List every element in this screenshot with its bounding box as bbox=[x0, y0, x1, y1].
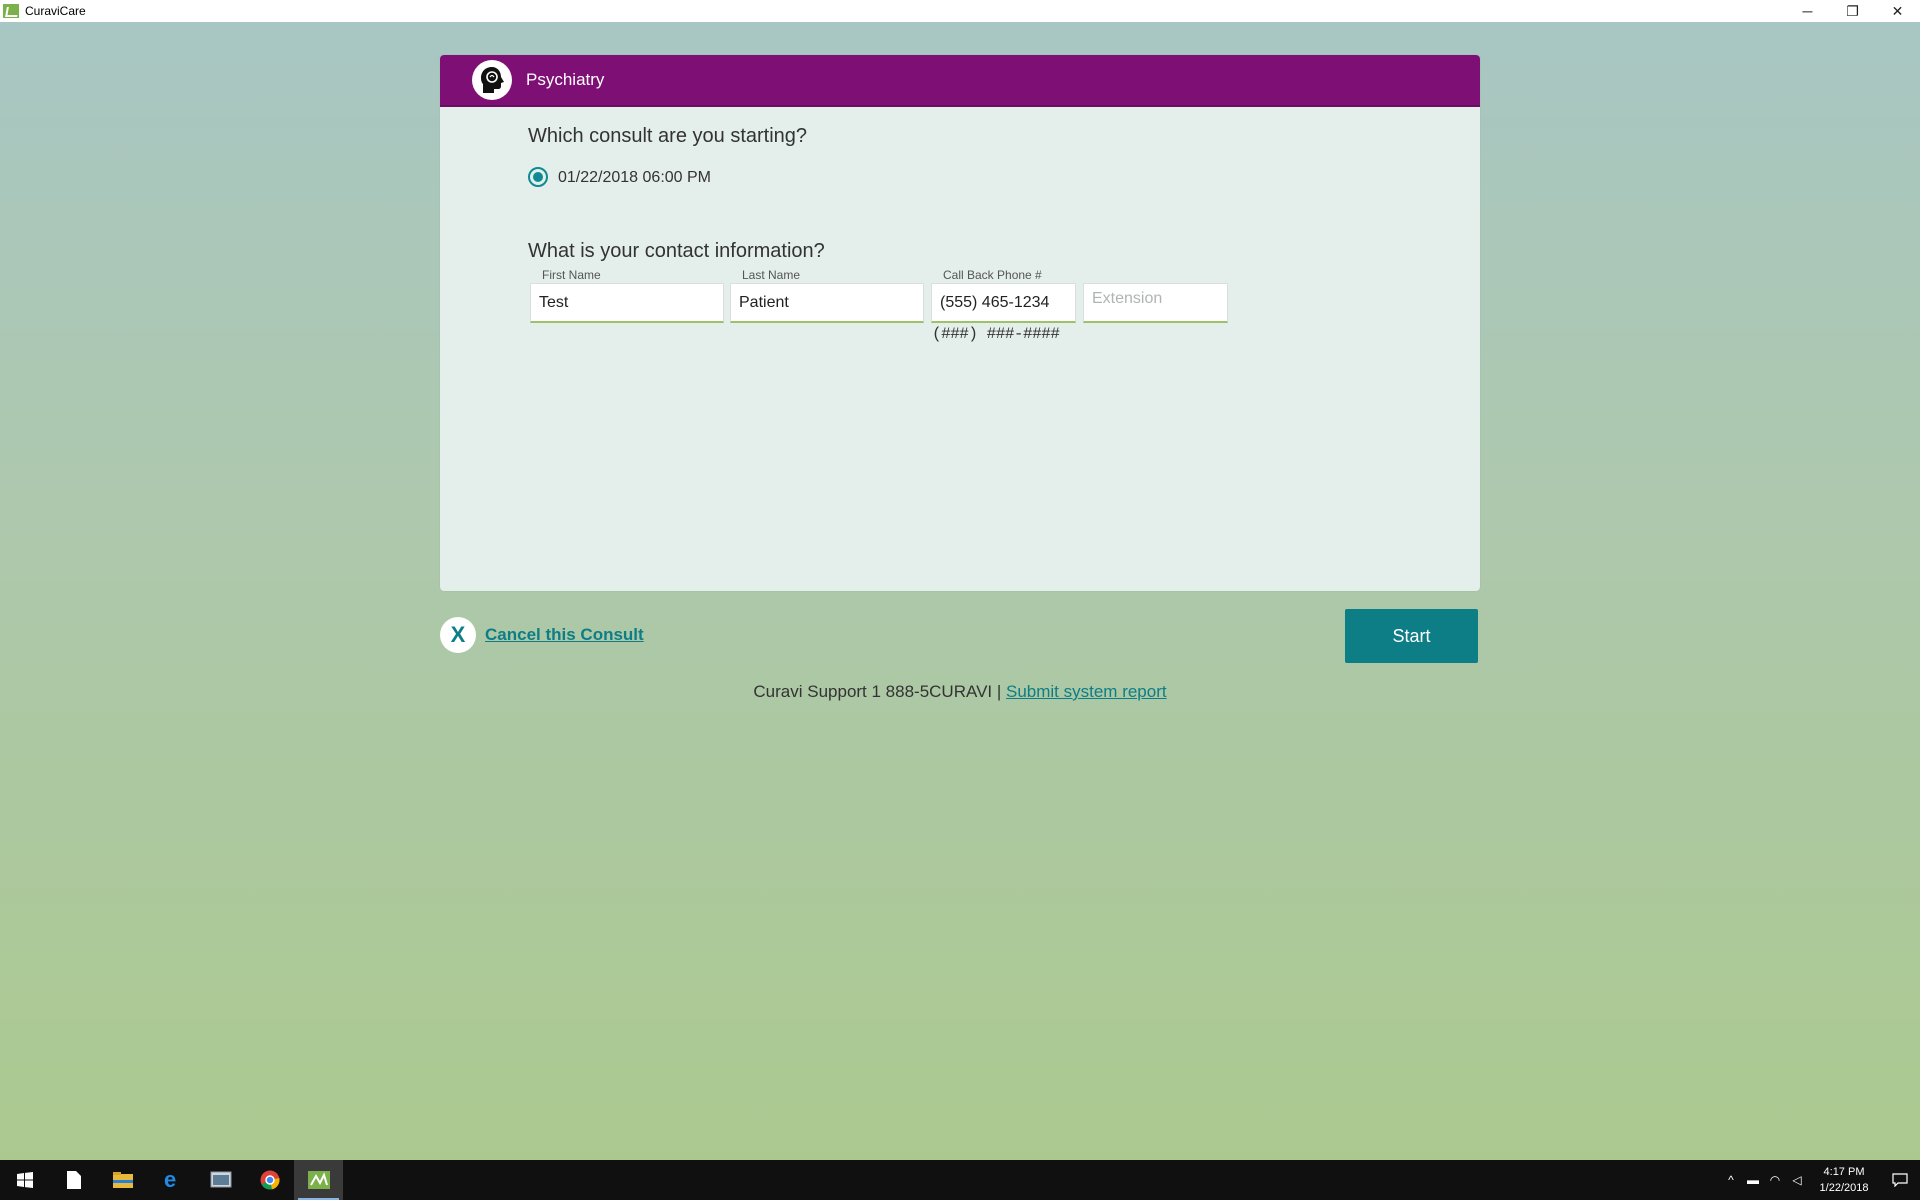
support-line: Curavi Support 1 888-5CURAVI | Submit sy… bbox=[0, 682, 1920, 702]
phone-field: Call Back Phone # (555) 465-1234 bbox=[931, 267, 1076, 323]
phone-input[interactable]: (555) 465-1234 bbox=[931, 283, 1076, 323]
phone-format-hint: (###) ###-#### bbox=[932, 325, 1060, 343]
contact-question: What is your contact information? bbox=[528, 240, 825, 262]
edge-icon[interactable]: e bbox=[147, 1160, 196, 1200]
minimize-button[interactable]: ─ bbox=[1785, 0, 1830, 22]
windows-start-icon[interactable] bbox=[0, 1160, 49, 1200]
curavicare-taskbar-icon[interactable] bbox=[294, 1160, 343, 1200]
card-header: Psychiatry bbox=[440, 55, 1480, 107]
system-tray: ^ ▬ ◠ ◁ 4:17 PM 1/22/2018 bbox=[1720, 1160, 1920, 1200]
window-controls: ─ ❐ ✕ bbox=[1785, 0, 1920, 22]
close-button[interactable]: ✕ bbox=[1875, 0, 1920, 22]
clock-date: 1/22/2018 bbox=[1819, 1182, 1869, 1194]
cancel-consult[interactable]: X Cancel this Consult bbox=[440, 617, 644, 653]
notifications-icon[interactable] bbox=[1880, 1173, 1920, 1187]
extension-label-spacer bbox=[1083, 267, 1228, 283]
app-window-icon[interactable] bbox=[196, 1160, 245, 1200]
file-explorer-icon[interactable] bbox=[98, 1160, 147, 1200]
first-name-input[interactable]: Test bbox=[530, 283, 724, 323]
consult-option[interactable]: 01/22/2018 06:00 PM bbox=[528, 167, 711, 187]
last-name-field: Last Name Patient bbox=[730, 267, 924, 323]
extension-input[interactable]: Extension bbox=[1083, 283, 1228, 323]
clock[interactable]: 4:17 PM 1/22/2018 bbox=[1808, 1164, 1880, 1196]
file-icon[interactable] bbox=[49, 1160, 98, 1200]
last-name-label: Last Name bbox=[742, 268, 801, 282]
curavicare-app-icon bbox=[3, 4, 19, 18]
consult-radio-selected[interactable] bbox=[528, 167, 548, 187]
restore-button[interactable]: ❐ bbox=[1830, 0, 1875, 22]
taskbar: e ^ ▬ ◠ ◁ 4:17 PM 1/22/2018 bbox=[0, 1160, 1920, 1200]
wifi-icon[interactable]: ◠ bbox=[1764, 1173, 1786, 1187]
last-name-input[interactable]: Patient bbox=[730, 283, 924, 323]
chrome-icon[interactable] bbox=[245, 1160, 294, 1200]
first-name-label: First Name bbox=[542, 268, 601, 282]
start-button[interactable]: Start bbox=[1345, 609, 1478, 663]
clock-time: 4:17 PM bbox=[1823, 1166, 1865, 1178]
extension-field: Extension bbox=[1083, 267, 1228, 323]
cancel-consult-link[interactable]: Cancel this Consult bbox=[485, 625, 644, 645]
support-text: Curavi Support 1 888-5CURAVI | bbox=[753, 682, 1006, 701]
window-title: CuraviCare bbox=[25, 4, 86, 18]
consult-card: Psychiatry Which consult are you startin… bbox=[440, 55, 1480, 591]
title-bar: CuraviCare ─ ❐ ✕ bbox=[0, 0, 1920, 22]
phone-label: Call Back Phone # bbox=[943, 268, 1042, 282]
consult-question: Which consult are you starting? bbox=[528, 125, 808, 147]
first-name-field: First Name Test bbox=[530, 267, 724, 323]
volume-icon[interactable]: ◁ bbox=[1786, 1173, 1808, 1187]
department-title: Psychiatry bbox=[526, 70, 605, 89]
battery-icon[interactable]: ▬ bbox=[1742, 1173, 1764, 1187]
psychiatry-head-icon bbox=[472, 60, 512, 100]
svg-text:e: e bbox=[164, 1170, 176, 1190]
consult-option-label: 01/22/2018 06:00 PM bbox=[558, 169, 712, 186]
submit-system-report-link[interactable]: Submit system report bbox=[1006, 682, 1167, 701]
cancel-x-icon[interactable]: X bbox=[440, 617, 476, 653]
chevron-up-icon[interactable]: ^ bbox=[1720, 1173, 1742, 1187]
